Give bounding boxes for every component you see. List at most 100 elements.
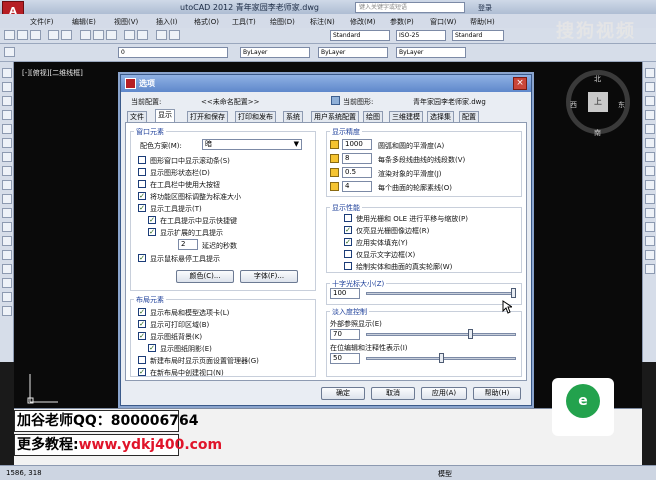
raster-frame-checkbox[interactable]: ✓ [344, 226, 352, 234]
tab-selection[interactable]: 选择集 [427, 111, 454, 122]
construction-line-icon[interactable] [2, 82, 12, 92]
preview-icon[interactable] [61, 30, 72, 40]
apply-button[interactable]: 应用(A) [421, 387, 467, 400]
point-icon[interactable] [2, 236, 12, 246]
tab-drafting[interactable]: 绘图 [363, 111, 383, 122]
move-icon[interactable] [645, 138, 655, 148]
redo-icon[interactable] [137, 30, 148, 40]
create-viewport-checkbox[interactable]: ✓ [138, 368, 146, 376]
polyline-segments-input[interactable]: 8 [342, 153, 372, 164]
menu-window[interactable]: 窗口(W) [430, 17, 456, 27]
line-icon[interactable] [2, 68, 12, 78]
dim-style-combo[interactable]: ISO-25 [396, 30, 446, 41]
mirror-icon[interactable] [645, 96, 655, 106]
make-block-icon[interactable] [2, 222, 12, 232]
copy-object-icon[interactable] [645, 82, 655, 92]
paste-icon[interactable] [106, 30, 117, 40]
trim-icon[interactable] [645, 194, 655, 204]
polygon-icon[interactable] [2, 110, 12, 120]
compass-north[interactable]: 北 [594, 74, 601, 84]
shortcut-keys-checkbox[interactable]: ✓ [148, 216, 156, 224]
compass-south[interactable]: 南 [594, 128, 601, 138]
circle-icon[interactable] [2, 152, 12, 162]
zoom-icon[interactable] [169, 30, 180, 40]
save-icon[interactable] [30, 30, 41, 40]
printable-area-checkbox[interactable]: ✓ [138, 320, 146, 328]
linetype-combo[interactable]: ByLayer [318, 47, 388, 58]
crosshair-size-input[interactable]: 100 [330, 288, 360, 299]
compass-east[interactable]: 东 [618, 100, 625, 110]
ok-button[interactable]: 确定 [321, 387, 365, 400]
table-style-combo[interactable]: Standard [452, 30, 504, 41]
large-buttons-checkbox[interactable] [138, 180, 146, 188]
gradient-icon[interactable] [2, 264, 12, 274]
rotate-icon[interactable] [645, 152, 655, 162]
break-icon[interactable] [645, 222, 655, 232]
tab-open-save[interactable]: 打开和保存 [187, 111, 228, 122]
region-icon[interactable] [2, 278, 12, 288]
stretch-icon[interactable] [645, 180, 655, 190]
ribbon-icons-checkbox[interactable]: ✓ [138, 192, 146, 200]
rectangle-icon[interactable] [2, 124, 12, 134]
xref-display-slider[interactable] [366, 333, 516, 336]
solid-fill-checkbox[interactable]: ✓ [344, 238, 352, 246]
array-icon[interactable] [645, 124, 655, 134]
menu-draw[interactable]: 绘图(D) [270, 17, 295, 27]
colors-button[interactable]: 颜色(C)... [176, 270, 234, 283]
pan-icon[interactable] [156, 30, 167, 40]
xref-display-thumb[interactable] [467, 329, 473, 339]
offset-icon[interactable] [645, 110, 655, 120]
layer-combo[interactable]: 0 [118, 47, 228, 58]
tab-profiles[interactable]: 配置 [459, 111, 479, 122]
text-style-combo[interactable]: Standard [330, 30, 390, 41]
tab-display[interactable]: 显示 [155, 109, 175, 122]
copy-icon[interactable] [93, 30, 104, 40]
menu-view[interactable]: 视图(V) [114, 17, 138, 27]
color-combo[interactable]: ByLayer [240, 47, 310, 58]
tooltips-checkbox[interactable]: ✓ [138, 204, 146, 212]
ellipse-icon[interactable] [2, 194, 12, 204]
raster-ole-checkbox[interactable] [344, 214, 352, 222]
menu-modify[interactable]: 修改(M) [350, 17, 376, 27]
render-smoothness-input[interactable]: 0.5 [342, 167, 372, 178]
layout-tabs-checkbox[interactable]: ✓ [138, 308, 146, 316]
arc-icon[interactable] [2, 138, 12, 148]
model-space-button[interactable]: 模型 [438, 469, 452, 479]
color-scheme-select[interactable]: 暗 ▼ [202, 139, 302, 150]
menu-parametric[interactable]: 参数(P) [390, 17, 414, 27]
text-frame-checkbox[interactable] [344, 250, 352, 258]
fonts-button[interactable]: 字体(F)... [240, 270, 298, 283]
lineweight-combo[interactable]: ByLayer [396, 47, 466, 58]
viewport-controls[interactable]: [-][俯视][二维线框] [22, 68, 83, 78]
search-input[interactable]: 键入关键字或短语 [355, 2, 465, 13]
scrollbars-checkbox[interactable] [138, 156, 146, 164]
tab-3d-modeling[interactable]: 三维建模 [389, 111, 423, 122]
tab-user-preferences[interactable]: 用户系统配置 [311, 111, 359, 122]
inplace-edit-input[interactable]: 50 [330, 353, 360, 364]
menu-dimension[interactable]: 标注(N) [310, 17, 335, 27]
help-button[interactable]: 帮助(H) [473, 387, 521, 400]
extended-tooltips-checkbox[interactable]: ✓ [148, 228, 156, 236]
explode-icon[interactable] [645, 264, 655, 274]
dialog-title-bar[interactable]: 选项 × [121, 75, 531, 92]
rollover-tooltips-checkbox[interactable]: ✓ [138, 254, 146, 262]
open-icon[interactable] [17, 30, 28, 40]
print-icon[interactable] [48, 30, 59, 40]
scale-icon[interactable] [645, 166, 655, 176]
layer-manager-icon[interactable] [4, 47, 15, 57]
chamfer-icon[interactable] [645, 236, 655, 246]
paper-shadow-checkbox[interactable]: ✓ [148, 344, 156, 352]
menu-edit[interactable]: 编辑(E) [72, 17, 96, 27]
menu-tools[interactable]: 工具(T) [232, 17, 256, 27]
revcloud-icon[interactable] [2, 166, 12, 176]
crosshair-size-slider[interactable] [366, 292, 516, 295]
cut-icon[interactable] [80, 30, 91, 40]
tab-plot-publish[interactable]: 打印和发布 [235, 111, 276, 122]
mtext-icon[interactable] [2, 306, 12, 316]
menu-help[interactable]: 帮助(H) [470, 17, 495, 27]
new-icon[interactable] [4, 30, 15, 40]
login-label[interactable]: 登录 [478, 3, 492, 13]
viewcube-top-face[interactable]: 上 [588, 92, 608, 112]
fillet-icon[interactable] [645, 250, 655, 260]
xref-display-input[interactable]: 70 [330, 329, 360, 340]
